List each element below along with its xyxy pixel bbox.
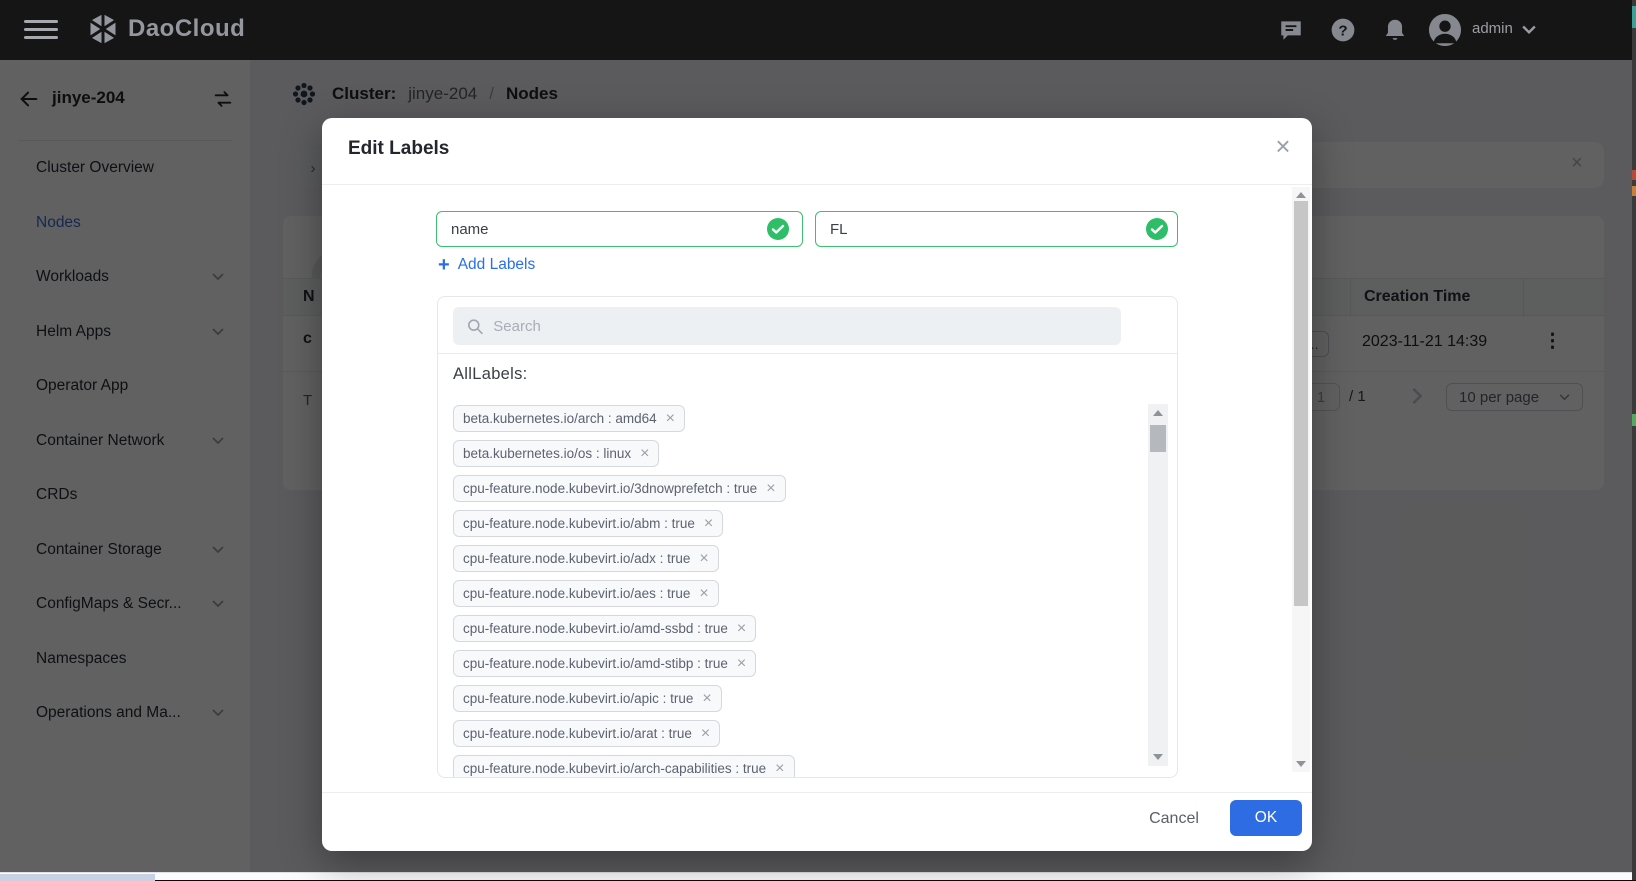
label-chip: cpu-feature.node.kubevirt.io/abm : true× — [453, 510, 723, 537]
label-value-input[interactable] — [815, 211, 1178, 247]
label-chip: cpu-feature.node.kubevirt.io/3dnowprefet… — [453, 475, 786, 502]
remove-label-icon[interactable]: × — [702, 692, 711, 706]
scroll-down-icon[interactable] — [1296, 761, 1306, 767]
cancel-button[interactable]: Cancel — [1138, 804, 1210, 834]
labels-list-scrollbar[interactable] — [1148, 404, 1168, 766]
edit-labels-modal: Edit Labels × + Add Labels AllLabels: be… — [322, 118, 1312, 851]
scrollbar-thumb[interactable] — [1294, 201, 1308, 606]
key-valid-check-icon — [767, 218, 789, 240]
labels-panel-divider — [438, 353, 1178, 354]
search-icon — [467, 318, 483, 335]
remove-label-icon[interactable]: × — [775, 762, 784, 776]
avatar[interactable] — [1428, 13, 1462, 47]
remove-label-icon[interactable]: × — [640, 447, 649, 461]
remove-label-icon[interactable]: × — [699, 587, 708, 601]
ok-button[interactable]: OK — [1230, 800, 1302, 836]
scroll-down-icon[interactable] — [1153, 754, 1163, 760]
daocloud-logo-icon — [88, 12, 118, 46]
scroll-up-icon[interactable] — [1153, 410, 1163, 416]
label-chip: cpu-feature.node.kubevirt.io/amd-stibp :… — [453, 650, 756, 677]
label-chip: cpu-feature.node.kubevirt.io/apic : true… — [453, 685, 722, 712]
scroll-up-icon[interactable] — [1296, 192, 1306, 198]
label-chip: beta.kubernetes.io/os : linux× — [453, 440, 659, 467]
modal-title: Edit Labels — [348, 138, 449, 160]
labels-search-input[interactable] — [493, 318, 1107, 335]
label-chip: cpu-feature.node.kubevirt.io/arat : true… — [453, 720, 720, 747]
label-key-input[interactable] — [436, 211, 803, 247]
help-icon[interactable]: ? — [1330, 17, 1356, 43]
modal-footer-divider — [322, 792, 1312, 793]
all-labels-panel: AllLabels: beta.kubernetes.io/arch : amd… — [437, 296, 1178, 778]
remove-label-icon[interactable]: × — [701, 727, 710, 741]
value-valid-check-icon — [1146, 218, 1168, 240]
labels-list: beta.kubernetes.io/arch : amd64× beta.ku… — [453, 405, 795, 778]
svg-text:?: ? — [1338, 22, 1347, 39]
scrollbar-thumb[interactable] — [1150, 425, 1166, 452]
modal-header-divider — [322, 184, 1312, 185]
daocloud-logo[interactable]: DaoCloud — [88, 12, 245, 46]
remove-label-icon[interactable]: × — [666, 412, 675, 426]
modal-scrollbar[interactable] — [1292, 187, 1310, 772]
remove-label-icon[interactable]: × — [766, 482, 775, 496]
message-icon[interactable] — [1278, 17, 1304, 43]
plus-icon: + — [438, 256, 450, 274]
top-bar: DaoCloud ? admin — [0, 0, 1636, 60]
remove-label-icon[interactable]: × — [699, 552, 708, 566]
add-labels-button[interactable]: + Add Labels — [438, 256, 535, 274]
modal-close-icon[interactable]: × — [1268, 132, 1298, 162]
remove-label-icon[interactable]: × — [737, 657, 746, 671]
logo-text: DaoCloud — [128, 15, 245, 43]
user-name[interactable]: admin — [1472, 20, 1513, 37]
remove-label-icon[interactable]: × — [737, 622, 746, 636]
label-chip: cpu-feature.node.kubevirt.io/arch-capabi… — [453, 755, 795, 778]
label-chip: cpu-feature.node.kubevirt.io/amd-ssbd : … — [453, 615, 756, 642]
user-chevron-down-icon[interactable] — [1522, 25, 1536, 35]
remove-label-icon[interactable]: × — [704, 517, 713, 531]
labels-search-box[interactable] — [453, 307, 1121, 345]
label-chip: cpu-feature.node.kubevirt.io/adx : true× — [453, 545, 719, 572]
all-labels-heading: AllLabels: — [453, 365, 528, 384]
label-chip: beta.kubernetes.io/arch : amd64× — [453, 405, 685, 432]
label-chip: cpu-feature.node.kubevirt.io/aes : true× — [453, 580, 719, 607]
screen-right-edge-strip — [1632, 0, 1636, 880]
horizontal-scrollbar[interactable] — [0, 872, 1636, 880]
bell-icon[interactable] — [1382, 17, 1408, 43]
hamburger-menu-icon[interactable] — [24, 20, 58, 40]
